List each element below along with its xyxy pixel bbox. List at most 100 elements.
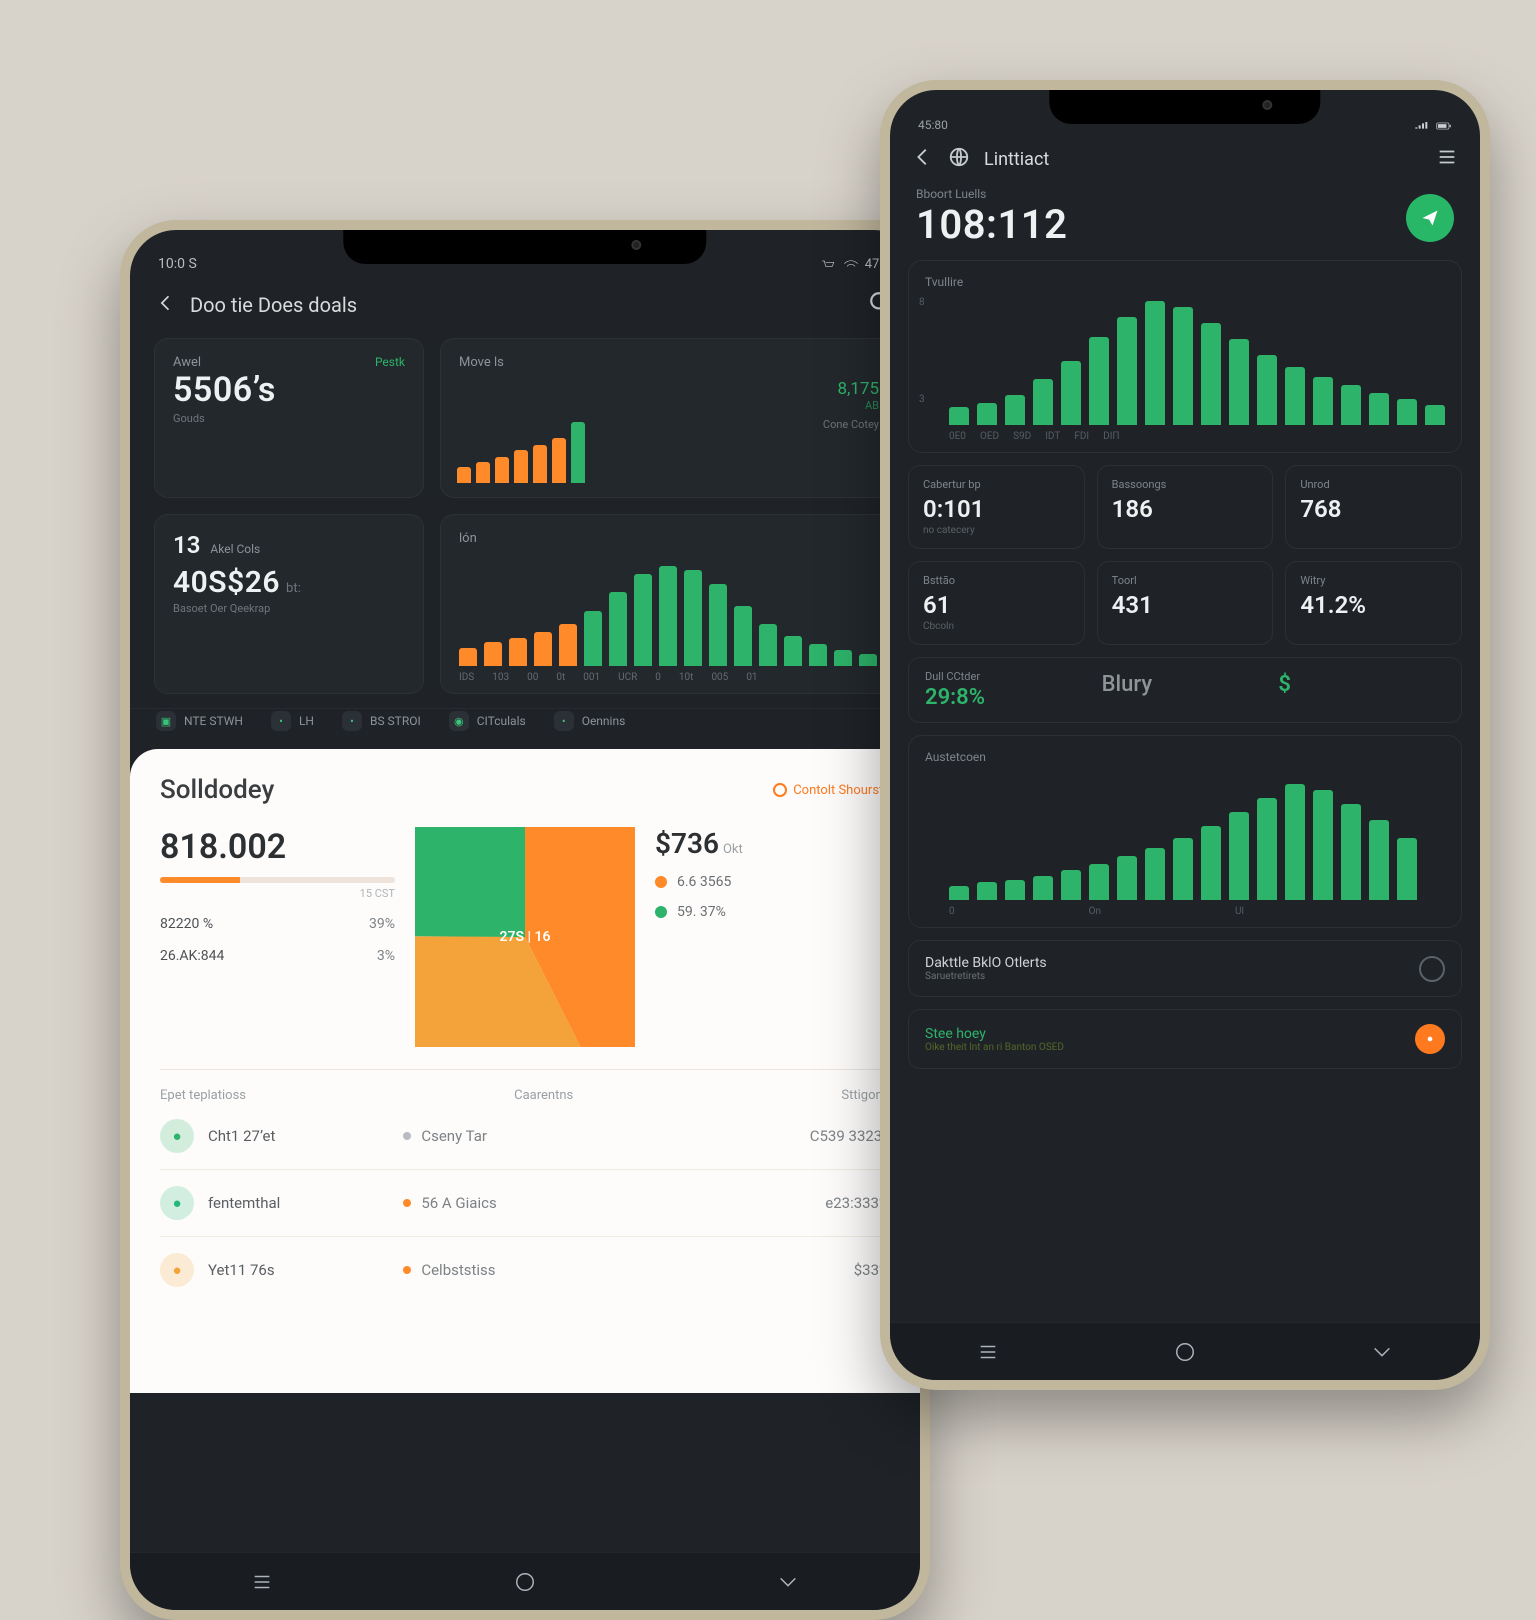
chip-1[interactable]: •LH (271, 711, 314, 731)
wifi-icon (843, 259, 859, 271)
sheet-link[interactable]: Contolt Shoursts (773, 783, 890, 798)
metric-card[interactable]: Toorl431 (1097, 561, 1274, 645)
panel-label: Tvullire (925, 275, 1445, 289)
chip-2[interactable]: •BS STROI (342, 711, 421, 731)
secondary-panel[interactable]: Austetcoen 0OnUl (908, 735, 1462, 928)
metric-card[interactable]: Bassoongs186 (1097, 465, 1274, 549)
circle-icon (512, 1571, 538, 1593)
notch (343, 230, 706, 264)
kpi-main-label: Gouds (173, 412, 405, 425)
chevron-left-icon (912, 146, 934, 168)
card-move-val-b: AB (823, 399, 879, 412)
tab-home[interactable] (501, 1564, 549, 1600)
wide-bar-axis: IDS103000t001UCR010t00501 (459, 672, 877, 683)
sheet-title: Solldodey (160, 775, 274, 805)
tab-bar (130, 1552, 920, 1610)
x-ticks: 0E0OEDS9DIDTFDIDIП (949, 431, 1445, 442)
info2-sub: Oike theit lnt an ri Banton OSED (925, 1042, 1064, 1053)
circle-icon (1172, 1341, 1198, 1363)
chip-4[interactable]: •Oennins (554, 711, 626, 731)
pie-center-label: 27S | 16 (415, 827, 635, 1047)
info-row-1[interactable]: Dakttle BklO Otlerts Saruetretirets (908, 940, 1462, 997)
mini-bar-chart (457, 413, 585, 483)
metric-row-1: Cabertur bp0:101no cateceryBassoongs186U… (890, 453, 1480, 549)
card-move-val-a: 8,175 (823, 379, 879, 399)
sheet-link-label: Contolt Shoursts (793, 783, 890, 798)
tab-home[interactable] (1161, 1334, 1209, 1370)
x-ticks-2: 0OnUl (949, 906, 1445, 917)
info2-label: Stee hoey (925, 1026, 1064, 1042)
status-time: 10:0 S (158, 256, 197, 272)
card-wide-label: lón (459, 531, 477, 546)
tab-down[interactable] (1358, 1334, 1406, 1370)
chip-row: ▣NTE STWH •LH •BS STROI ◉CITculals •Oennins (130, 708, 920, 745)
legend-item: 6.6 3565 (655, 874, 890, 890)
sheet-columns-header: Epet teplatiossCaarentnsSttigon1 (160, 1069, 890, 1103)
timeline-panel[interactable]: Tvullire 83 0E0OEDS9DIDTFDIDIП (908, 260, 1462, 453)
metric-cell[interactable]: Dull CCtder29:8% (925, 670, 1092, 710)
globe-icon (948, 146, 970, 173)
sheet-hero: 818.002 (160, 827, 395, 867)
progress-caption: 15 CST (160, 887, 395, 900)
card-move-sub: Cone Cotey (823, 418, 879, 431)
transaction-list: ●Cht1 27’etCseny TarC539 3323s●fentemtha… (160, 1103, 890, 1303)
info1-sub: Saruetretirets (925, 971, 1047, 982)
metric-card[interactable]: Cabertur bp0:101no catecery (908, 465, 1085, 549)
status-icons (1414, 120, 1452, 132)
phone-left-frame: 10:0 S 47°Z Doo tie Does doals Awel (120, 220, 930, 1620)
kpi2-small-label: Akel Cols (210, 542, 260, 556)
kpi-main-sub-a: Awel (173, 355, 201, 370)
metric-card[interactable]: Witry41.2% (1285, 561, 1462, 645)
ring-button[interactable] (1419, 956, 1445, 982)
notch (1049, 90, 1320, 124)
dot-button[interactable] (1415, 1024, 1445, 1054)
info-row-2[interactable]: Stee hoey Oike theit lnt an ri Banton OS… (908, 1009, 1462, 1069)
tab-menu[interactable] (238, 1564, 286, 1600)
metric-card[interactable]: Bsttão61Cbcoln (908, 561, 1085, 645)
bottom-sheet: Solldodey Contolt Shoursts 818.002 15 CS… (130, 749, 920, 1393)
metric-cell[interactable]: Blury (1102, 670, 1269, 710)
hero-label: Bboort Luells (916, 187, 1068, 201)
sheet-right-hero: $736Okt (655, 827, 890, 860)
battery-icon (1436, 120, 1452, 132)
card-move-label: Move ls (459, 355, 504, 370)
kpi2-unit: bt: (286, 581, 301, 596)
list-item[interactable]: ●Cht1 27’etCseny TarC539 3323s (160, 1103, 890, 1169)
panel2-label: Austetcoen (925, 750, 1445, 764)
back-button[interactable] (156, 293, 176, 318)
wide-bar-chart (459, 556, 877, 666)
hero-metric: Bboort Luells 108:112 (890, 183, 1480, 248)
card-wide[interactable]: lón IDS103000t001UCR010t00501 (440, 514, 896, 694)
kpi-card-second[interactable]: 13 Akel Cols 40S$26 bt: Basoet Oer Qeekr… (154, 514, 424, 694)
menu-button[interactable] (1436, 146, 1458, 173)
page-title: Linttiact (984, 149, 1049, 170)
tab-menu[interactable] (964, 1334, 1012, 1370)
status-time: 45:80 (918, 118, 948, 132)
metric-card[interactable]: Unrod768 (1285, 465, 1462, 549)
metric-cell[interactable]: $ (1278, 670, 1445, 710)
menu-icon (1436, 146, 1458, 168)
fab-button[interactable] (1406, 194, 1454, 242)
chip-3[interactable]: ◉CITculals (449, 711, 526, 731)
ring-icon (773, 783, 787, 797)
chevron-left-icon (156, 293, 176, 313)
signal-icon (1414, 120, 1430, 132)
chevron-down-icon (775, 1571, 801, 1593)
kpi-main-value: 5506’s (173, 370, 405, 410)
back-button[interactable] (912, 146, 934, 173)
tab-down[interactable] (764, 1564, 812, 1600)
menu-icon (975, 1341, 1001, 1363)
list-item[interactable]: ●Yet11 76sCelbststiss$33% (160, 1236, 890, 1303)
pie-chart: 27S | 16 (415, 827, 635, 1047)
card-move[interactable]: Move ls 8,175 AB Cone Cotey (440, 338, 896, 498)
dot-icon (1423, 1032, 1437, 1046)
kpi-card-main[interactable]: Awel Pestk 5506’s Gouds (154, 338, 424, 498)
cart-icon (821, 259, 837, 271)
phone-right-frame: 45:80 Linttiact Bboort Luells 108:112 (880, 80, 1490, 1390)
send-icon (1420, 208, 1440, 228)
kpi2-value: 40S$26 (173, 565, 280, 600)
legend-item: 59. 37% (655, 904, 890, 920)
info1-label: Dakttle BklO Otlerts (925, 955, 1047, 971)
list-item[interactable]: ●fentemthal56 A Giaicse23:333% (160, 1169, 890, 1236)
chip-0[interactable]: ▣NTE STWH (156, 711, 243, 731)
